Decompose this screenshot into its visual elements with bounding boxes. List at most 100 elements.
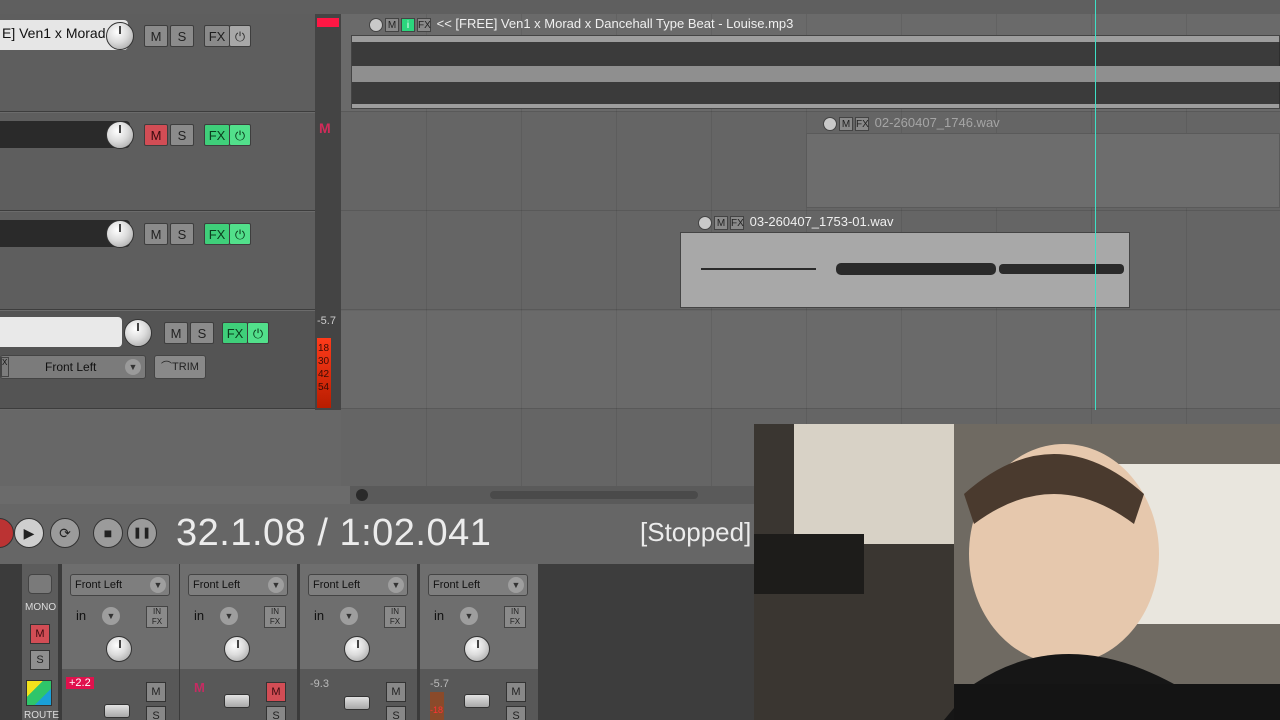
item-mute-button[interactable]: M	[385, 17, 399, 32]
item-fx-button[interactable]: FX	[417, 17, 431, 32]
volume-knob[interactable]	[106, 220, 134, 248]
fx-button[interactable]: FX	[204, 25, 230, 47]
volume-knob[interactable]	[106, 22, 134, 50]
track-panel-2[interactable]: M S FX ⏻	[0, 113, 315, 211]
chevron-down-icon: ▼	[340, 607, 358, 625]
output-label: Front Left	[433, 579, 481, 591]
trim-button[interactable]: ⌒TRIM	[154, 355, 206, 379]
pan-knob[interactable]	[464, 636, 490, 662]
scroll-left-icon[interactable]	[356, 489, 368, 501]
horizontal-scrollbar[interactable]	[350, 486, 754, 504]
solo-button[interactable]: S	[266, 706, 286, 720]
item-mute-button[interactable]: M	[714, 215, 728, 230]
solo-button[interactable]: S	[146, 706, 166, 720]
mixer-strip-1[interactable]: Front Left ▼ in ▼ IN FX +2.2 M S	[62, 564, 179, 720]
output-select[interactable]: Front Left ▼	[70, 574, 170, 596]
item-header[interactable]: M FX 02-260407_1746.wav	[823, 115, 1000, 131]
fx-button[interactable]: FX	[204, 223, 230, 245]
input-select[interactable]: in ▼	[428, 604, 480, 628]
volume-db: -5.7	[430, 678, 449, 690]
output-label: Front Left	[193, 579, 241, 591]
media-item-mp3[interactable]	[351, 35, 1280, 109]
pause-button[interactable]: ❚❚	[127, 518, 157, 548]
output-select[interactable]: Front Left ▼	[188, 574, 288, 596]
track-panel-3[interactable]: M S FX ⏻	[0, 212, 315, 310]
item-lock-icon[interactable]	[823, 116, 837, 131]
solo-button[interactable]: S	[170, 25, 194, 47]
pan-knob[interactable]	[344, 636, 370, 662]
mute-button[interactable]: M	[144, 223, 168, 245]
master-mute-button[interactable]: M	[30, 624, 50, 644]
repeat-button[interactable]: ⟳	[50, 518, 80, 548]
io-x-mark: X	[1, 357, 9, 377]
input-fx-button[interactable]: IN FX	[146, 606, 168, 628]
solo-button[interactable]: S	[190, 322, 214, 344]
mute-button[interactable]: M	[164, 322, 188, 344]
media-item-wav-1[interactable]	[806, 133, 1280, 208]
volume-knob[interactable]	[124, 319, 152, 347]
input-select[interactable]: in ▼	[308, 604, 360, 628]
mute-button[interactable]: M	[506, 682, 526, 702]
track-panel-4[interactable]: M S FX ⏻ X Front Left ▼ ⌒TRIM	[0, 311, 315, 409]
stop-button[interactable]: ■	[93, 518, 123, 548]
solo-button[interactable]: S	[506, 706, 526, 720]
route-icon[interactable]	[26, 680, 52, 706]
item-lock-icon[interactable]	[369, 17, 383, 32]
item-info-button[interactable]: i	[401, 17, 415, 32]
mixer-strip-2[interactable]: Front Left ▼ in ▼ IN FX M M S	[180, 564, 297, 720]
solo-button[interactable]: S	[386, 706, 406, 720]
chevron-down-icon: ▼	[102, 607, 120, 625]
fx-bypass-button[interactable]: ⏻	[247, 322, 269, 344]
output-label: Front Left	[45, 360, 97, 374]
solo-button[interactable]: S	[170, 223, 194, 245]
track-name-field[interactable]	[0, 317, 122, 347]
mute-button[interactable]: M	[266, 682, 286, 702]
master-solo-button[interactable]: S	[30, 650, 50, 670]
solo-button[interactable]: S	[170, 124, 194, 146]
output-select[interactable]: X Front Left ▼	[0, 355, 146, 379]
item-header[interactable]: Mi FX << [FREE] Ven1 x Morad x Dancehall …	[369, 16, 793, 32]
mute-button[interactable]: M	[146, 682, 166, 702]
scroll-thumb[interactable]	[490, 491, 698, 499]
input-fx-button[interactable]: IN FX	[504, 606, 526, 628]
chevron-down-icon: ▼	[460, 607, 478, 625]
meter-tick: 30	[318, 356, 330, 367]
mute-button[interactable]: M	[386, 682, 406, 702]
mute-button[interactable]: M	[144, 124, 168, 146]
volume-fader[interactable]	[224, 694, 250, 708]
item-mute-button[interactable]: M	[839, 116, 853, 131]
item-fx-button[interactable]: FX	[855, 116, 869, 131]
input-fx-button[interactable]: IN FX	[264, 606, 286, 628]
mute-button[interactable]: M	[144, 25, 168, 47]
item-fx-button[interactable]: FX	[730, 215, 744, 230]
volume-knob[interactable]	[106, 121, 134, 149]
input-select[interactable]: in ▼	[70, 604, 122, 628]
track-panel-1[interactable]: E] Ven1 x Morad M S FX ⏻	[0, 14, 315, 112]
mono-icon[interactable]	[28, 574, 52, 594]
fx-bypass-button[interactable]: ⏻	[229, 223, 251, 245]
fx-bypass-button[interactable]: ⏻	[229, 124, 251, 146]
record-button[interactable]	[0, 518, 14, 548]
volume-fader[interactable]	[464, 694, 490, 708]
item-header[interactable]: M FX 03-260407_1753-01.wav	[698, 214, 893, 230]
mixer-strip-4[interactable]: Front Left ▼ in ▼ IN FX -5.7 -18 M S	[420, 564, 538, 720]
volume-fader[interactable]	[104, 704, 130, 718]
reaper-window: E] Ven1 x Morad M S FX ⏻ M S FX ⏻ M S FX…	[0, 0, 1280, 720]
media-item-wav-2[interactable]	[680, 232, 1130, 308]
mixer-strip-3[interactable]: Front Left ▼ in ▼ IN FX -9.3 M S	[300, 564, 417, 720]
output-select[interactable]: Front Left ▼	[308, 574, 408, 596]
play-button[interactable]: ▶	[14, 518, 44, 548]
output-select[interactable]: Front Left ▼	[428, 574, 528, 596]
input-label: in	[434, 608, 445, 623]
input-label: in	[314, 608, 325, 623]
item-lock-icon[interactable]	[698, 215, 712, 230]
pan-knob[interactable]	[224, 636, 250, 662]
fx-button[interactable]: FX	[204, 124, 230, 146]
input-fx-button[interactable]: IN FX	[384, 606, 406, 628]
fx-button[interactable]: FX	[222, 322, 248, 344]
pan-knob[interactable]	[106, 636, 132, 662]
input-select[interactable]: in ▼	[188, 604, 240, 628]
master-sidebar: MONO M S ROUTE	[22, 564, 59, 720]
fx-bypass-button[interactable]: ⏻	[229, 25, 251, 47]
volume-fader[interactable]	[344, 696, 370, 710]
